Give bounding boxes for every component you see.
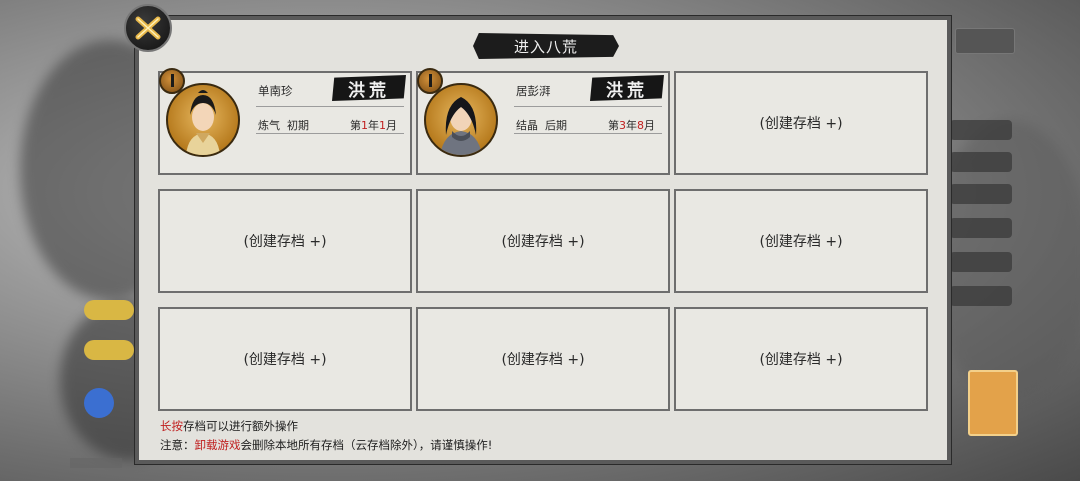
realm-stage: 后期 (545, 119, 567, 132)
realm-name: 结晶 (516, 119, 538, 132)
cultivation-realm: 炼气 初期 (258, 117, 309, 133)
character-portrait-icon (186, 90, 220, 155)
create-save-label: (创建存档 +) (501, 352, 585, 368)
character-portrait-icon (440, 97, 482, 155)
divider (514, 133, 662, 134)
date-year: 3 (619, 119, 626, 132)
crossed-swords-icon (135, 16, 161, 40)
note-line-1: 长按存档可以进行额外操作 (160, 417, 492, 436)
empty-save-slot[interactable]: (创建存档 +) (674, 71, 928, 175)
background-menu-item (950, 252, 1012, 272)
slot-number-badge-icon (159, 68, 185, 94)
background-menu-item (950, 286, 1012, 306)
date-prefix: 第 (350, 119, 361, 132)
background-version-text (70, 458, 122, 468)
character-name: 单南珍 (258, 84, 293, 98)
game-date: 第3年8月 (608, 117, 655, 133)
dialog-title: 进入八荒 (473, 33, 619, 59)
create-save-label: (创建存档 +) (759, 352, 843, 368)
background-card-icon (968, 370, 1018, 436)
note-highlight: 卸载游戏 (194, 438, 241, 452)
empty-save-slot[interactable]: (创建存档 +) (674, 189, 928, 293)
date-month: 1 (379, 119, 386, 132)
background-menu-item (950, 152, 1012, 172)
game-date: 第1年1月 (350, 117, 397, 133)
difficulty-seal: 洪荒 (590, 75, 664, 101)
background-pill-button (84, 340, 134, 360)
empty-save-slot[interactable]: (创建存档 +) (674, 307, 928, 411)
background-menu-item (950, 184, 1012, 204)
date-month-unit: 月 (644, 119, 655, 132)
help-notes: 长按存档可以进行额外操作 注意：卸载游戏会删除本地所有存档（云存档除外），请谨慎… (160, 417, 492, 455)
background-pill-button (84, 300, 134, 320)
empty-save-slot[interactable]: (创建存档 +) (416, 307, 670, 411)
realm-stage: 初期 (287, 119, 309, 132)
date-prefix: 第 (608, 119, 619, 132)
avatar (166, 83, 240, 157)
create-save-label: (创建存档 +) (501, 234, 585, 250)
cultivation-realm: 结晶 后期 (516, 117, 567, 133)
background-menu-button (955, 28, 1015, 54)
create-save-label: (创建存档 +) (243, 352, 327, 368)
date-year: 1 (361, 119, 368, 132)
divider (514, 106, 662, 107)
empty-save-slot[interactable]: (创建存档 +) (158, 189, 412, 293)
note-prefix: 注意： (160, 438, 195, 452)
divider (256, 133, 404, 134)
date-month: 8 (637, 119, 644, 132)
note-text: 存档可以进行额外操作 (183, 419, 298, 433)
empty-save-slot[interactable]: (创建存档 +) (158, 307, 412, 411)
save-slot-2[interactable]: 洪荒 居彭湃 结晶 后期 第3年8月 (416, 68, 670, 175)
background-menu-item (950, 120, 1012, 140)
realm-name: 炼气 (258, 119, 280, 132)
character-name: 居彭湃 (516, 84, 551, 98)
date-year-unit: 年 (368, 119, 379, 132)
note-line-2: 注意：卸载游戏会删除本地所有存档（云存档除外），请谨慎操作! (160, 436, 492, 455)
create-save-label: (创建存档 +) (759, 234, 843, 250)
wrench-icon (84, 388, 114, 418)
empty-save-slot[interactable]: (创建存档 +) (416, 189, 670, 293)
save-slot-1[interactable]: 洪荒 单南珍 炼气 初期 第1年1月 (158, 68, 412, 175)
close-button[interactable] (124, 4, 172, 52)
note-text: 会删除本地所有存档（云存档除外），请谨慎操作! (240, 438, 493, 452)
difficulty-seal: 洪荒 (332, 75, 406, 101)
create-save-label: (创建存档 +) (243, 234, 327, 250)
divider (256, 106, 404, 107)
background-menu-item (950, 218, 1012, 238)
date-year-unit: 年 (626, 119, 637, 132)
avatar (424, 83, 498, 157)
date-month-unit: 月 (386, 119, 397, 132)
create-save-label: (创建存档 +) (759, 116, 843, 132)
note-highlight: 长按 (160, 419, 183, 433)
slot-number-badge-icon (417, 68, 443, 94)
